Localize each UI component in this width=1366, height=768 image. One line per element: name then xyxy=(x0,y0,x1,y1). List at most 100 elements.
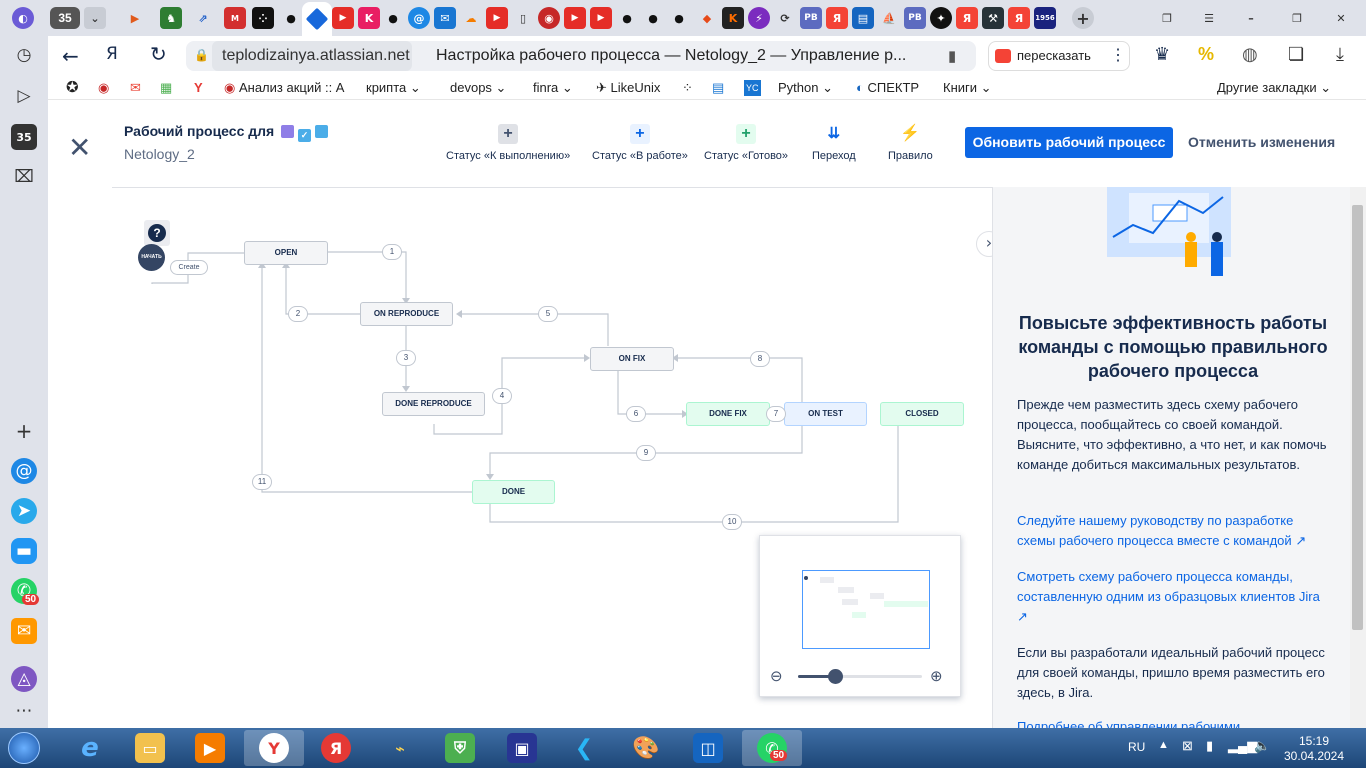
add-rule-button[interactable]: ⚡ Правило xyxy=(888,124,933,162)
bookmark-docs-icon[interactable]: ▤ xyxy=(712,78,724,98)
gmail-icon[interactable]: ✉ xyxy=(130,78,141,98)
reload-icon[interactable]: ↻ xyxy=(150,42,167,66)
tab-favicon-1[interactable]: ▶ xyxy=(124,7,146,29)
document-icon[interactable]: ▯ xyxy=(512,7,534,29)
github-icon[interactable]: ● xyxy=(668,7,690,29)
status-node-on-reproduce[interactable]: ON REPRODUCE xyxy=(360,302,453,326)
bookmark-icon-2[interactable]: ◉ xyxy=(98,78,109,98)
tab-favicon-k[interactable]: K xyxy=(358,7,380,29)
transition-label-2[interactable]: 2 xyxy=(288,306,308,322)
git-icon[interactable]: ◆ xyxy=(696,7,718,29)
update-workflow-button[interactable]: Обновить рабочий процесс xyxy=(965,127,1173,158)
tab-favicon-2[interactable]: ♞ xyxy=(160,7,182,29)
taskbar-ie[interactable]: e xyxy=(60,730,120,766)
alice-icon[interactable]: ◬ xyxy=(11,666,37,692)
zoom-slider-thumb[interactable] xyxy=(828,669,844,684)
transition-label-11[interactable]: 11 xyxy=(252,474,272,490)
transition-label-3[interactable]: 3 xyxy=(396,350,416,366)
transition-label-1[interactable]: 1 xyxy=(382,244,402,260)
transition-label-10[interactable]: 10 xyxy=(722,514,742,530)
bookmark-folder-finra[interactable]: finra ⌄ xyxy=(533,78,573,98)
tab-favicon-5[interactable]: ⁘ xyxy=(252,7,274,29)
sample-workflow-link[interactable]: Смотреть схему рабочего процесса команды… xyxy=(1017,567,1329,627)
url-host[interactable]: teplodizainya.atlassian.net xyxy=(212,41,412,71)
back-arrow-icon[interactable]: ← xyxy=(62,44,79,68)
book-icon[interactable]: ▤ xyxy=(852,7,874,29)
yandex-icon[interactable]: Я xyxy=(1008,7,1030,29)
extension-1-icon[interactable]: ♛ xyxy=(1154,44,1170,65)
github-icon[interactable]: ● xyxy=(280,7,302,29)
yandex-home-icon[interactable]: Я xyxy=(106,44,118,64)
transition-label-9[interactable]: 9 xyxy=(636,445,656,461)
start-node[interactable]: НАЧАТЬ xyxy=(138,244,165,271)
tab-favicon-star[interactable]: ✦ xyxy=(930,7,952,29)
collections-icon[interactable]: ❐ xyxy=(1156,7,1178,29)
taskbar-yandex[interactable]: Я xyxy=(306,730,366,766)
close-window-icon[interactable]: ✕ xyxy=(1330,7,1352,29)
youtube-icon[interactable]: ▶ xyxy=(332,7,354,29)
microsoft-icon[interactable]: ▦ xyxy=(160,78,172,98)
screenshot-icon[interactable]: ⌧ xyxy=(11,164,37,190)
learn-more-link[interactable]: Подробнее об управлении рабочими xyxy=(1017,717,1329,728)
taskbar-media[interactable]: ▶ xyxy=(180,730,240,766)
bookmark-folder-crypto[interactable]: крипта ⌄ xyxy=(366,78,421,98)
youtube-icon[interactable]: ▶ xyxy=(590,7,612,29)
bookmark-star-icon[interactable]: ✪ xyxy=(66,78,79,98)
tab-favicon-9[interactable]: ⟳ xyxy=(774,7,796,29)
status-node-done-reproduce[interactable]: DONE REPRODUCE xyxy=(382,392,485,416)
tab-favicon-pb[interactable]: PB xyxy=(904,7,926,29)
zoom-slider-track[interactable] xyxy=(798,669,922,684)
yandex-icon[interactable]: Я xyxy=(956,7,978,29)
cloud-icon[interactable]: ☁ xyxy=(460,7,482,29)
bookmark-icon[interactable]: ▮ xyxy=(948,47,956,65)
tab-favicon-3[interactable]: ⇗ xyxy=(192,7,214,29)
new-tab-plus-icon[interactable]: + xyxy=(1072,7,1094,29)
workflow-canvas[interactable]: ? НАЧАТЬ Create OPEN ON REPRODUCE DONE R… xyxy=(112,187,1002,728)
tab-count-button[interactable]: 35 xyxy=(50,7,80,29)
status-node-open[interactable]: OPEN xyxy=(244,241,328,265)
bookmark-folder-python[interactable]: Python ⌄ xyxy=(778,78,833,98)
bookmark-folder-books[interactable]: Книги ⌄ xyxy=(943,78,992,98)
guide-link[interactable]: Следуйте нашему руководству по разработк… xyxy=(1017,511,1329,551)
messenger-icon[interactable]: ▬ xyxy=(11,538,37,564)
add-status-done-button[interactable]: + Статус «Готово» xyxy=(704,124,788,162)
mail-at-icon[interactable]: @ xyxy=(11,458,37,484)
tab-favicon-6[interactable]: ◉ xyxy=(538,7,560,29)
mail-at-icon[interactable]: @ xyxy=(408,7,430,29)
history-clock-icon[interactable]: ◷ xyxy=(11,42,37,68)
tray-expand-icon[interactable]: ▲ xyxy=(1158,739,1169,751)
play-circle-icon[interactable]: ▷ xyxy=(11,83,37,109)
tray-app-icon[interactable]: ▮ xyxy=(1206,738,1213,754)
mail-envelope-icon[interactable]: ✉ xyxy=(11,618,37,644)
keyboard-language[interactable]: RU xyxy=(1128,740,1145,754)
transition-label-6[interactable]: 6 xyxy=(626,406,646,422)
taskbar-virtualbox[interactable]: ◫ xyxy=(678,730,738,766)
retell-button[interactable]: пересказать xyxy=(988,41,1130,71)
youtube-icon[interactable]: ▶ xyxy=(564,7,586,29)
extension-2-icon[interactable]: ❏ xyxy=(1288,44,1304,65)
add-status-inprogress-button[interactable]: + Статус «В работе» xyxy=(592,124,688,162)
tab-favicon-10[interactable]: ⚒ xyxy=(982,7,1004,29)
github-icon[interactable]: ● xyxy=(616,7,638,29)
taskbar-yandex-browser[interactable]: Y xyxy=(244,730,304,766)
telegram-icon[interactable]: ➤ xyxy=(11,498,37,524)
chevron-down-icon[interactable]: ⌄ xyxy=(84,7,106,29)
status-node-done-fix[interactable]: DONE FIX xyxy=(686,402,770,426)
menu-icon[interactable]: ☰ xyxy=(1198,7,1220,29)
more-dots-icon[interactable]: ⋯ xyxy=(11,698,37,724)
status-node-on-test[interactable]: ON TEST xyxy=(784,402,867,426)
bookmark-stocks[interactable]: ◉ Анализ акций :: А xyxy=(224,78,344,98)
ship-icon[interactable]: ⛵ xyxy=(878,7,900,29)
bookmark-icon-dots[interactable]: ⁘ xyxy=(682,78,693,98)
yandex-browser-logo-icon[interactable]: ◐ xyxy=(12,7,34,29)
close-editor-icon[interactable]: ✕ xyxy=(68,134,91,162)
signal-icon[interactable]: ▂▄▆ xyxy=(1228,738,1257,754)
volume-icon[interactable]: 🔈 xyxy=(1254,738,1270,754)
bookmark-folder-devops[interactable]: devops ⌄ xyxy=(450,78,506,98)
tab-favicon-8[interactable]: ⚡ xyxy=(748,7,770,29)
bookmark-yc-icon[interactable]: YC xyxy=(744,80,761,96)
globe-icon[interactable]: ◍ xyxy=(1242,44,1258,65)
tab-favicon-4[interactable]: M xyxy=(224,7,246,29)
restore-icon[interactable]: ❐ xyxy=(1286,7,1308,29)
tray-clock[interactable]: 15:19 30.04.2024 xyxy=(1276,734,1352,764)
